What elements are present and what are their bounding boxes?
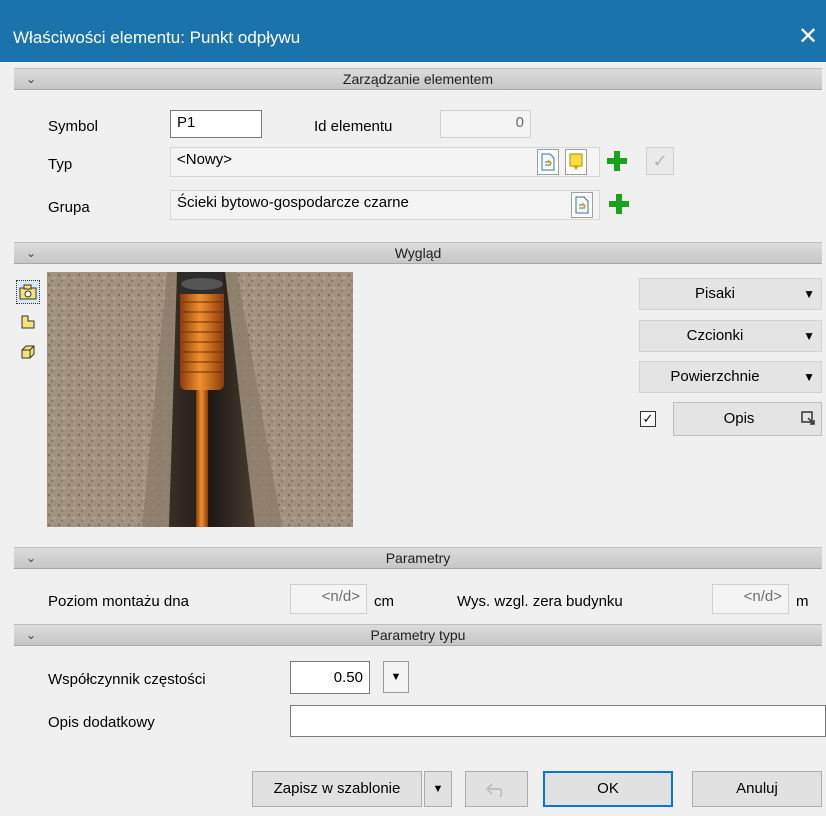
section-type-parameters-header[interactable]: ⌄ Parametry typu <box>14 624 822 646</box>
group-document-icon-button[interactable] <box>571 192 593 218</box>
ok-button[interactable]: OK <box>543 771 673 807</box>
document-icon <box>575 196 589 214</box>
dropdown-arrow-icon: ▼ <box>803 329 815 343</box>
symbol-label: Symbol <box>48 118 99 135</box>
dropdown-arrow-icon: ▼ <box>803 370 815 384</box>
frequency-factor-label: Współczynnik częstości <box>48 671 206 688</box>
plus-icon <box>607 151 627 171</box>
building-height-input[interactable]: <n/d> <box>712 584 789 614</box>
section-parameters-header[interactable]: ⌄ Parametry <box>14 547 822 569</box>
group-combo[interactable]: Ścieki bytowo-gospodarcze czarne <box>170 190 600 220</box>
group-label: Grupa <box>48 199 90 216</box>
title-bar: Właściwości elementu: Punkt odpływu ✕ <box>0 0 826 62</box>
description-checkbox[interactable]: ✓ <box>640 411 656 427</box>
section-title: Zarządzanie elementem <box>342 71 494 87</box>
section-title: Parametry <box>385 550 451 566</box>
pens-dropdown-button[interactable]: Pisaki ▼ <box>639 278 822 310</box>
undo-icon <box>485 783 502 798</box>
mount-level-input[interactable]: <n/d> <box>290 584 367 614</box>
group-value: Ścieki bytowo-gospodarcze czarne <box>177 194 409 211</box>
plan-view-icon <box>21 315 35 329</box>
surfaces-label: Powierzchnie <box>670 368 760 385</box>
dropdown-arrow-icon: ▼ <box>803 287 815 301</box>
pens-label: Pisaki <box>694 285 735 302</box>
element-id-field: 0 <box>440 110 531 138</box>
type-combo[interactable]: <Nowy> <box>170 147 600 177</box>
type-value: <Nowy> <box>177 151 233 168</box>
undo-button[interactable] <box>465 771 528 807</box>
close-button[interactable]: ✕ <box>794 24 822 52</box>
symbol-input[interactable]: P1 <box>170 110 262 138</box>
collapse-chevron-icon[interactable]: ⌄ <box>26 69 36 90</box>
document-icon-button[interactable] <box>537 149 559 175</box>
frequency-factor-input[interactable]: 0.50 <box>290 661 370 694</box>
type-label: Typ <box>48 156 73 173</box>
view-tab-plan[interactable] <box>16 310 40 334</box>
window-title: Właściwości elementu: Punkt odpływu <box>13 28 301 47</box>
fonts-dropdown-button[interactable]: Czcionki ▼ <box>639 320 822 352</box>
element-preview-image <box>47 272 353 527</box>
3d-box-icon <box>21 345 35 359</box>
popout-icon <box>801 411 815 425</box>
surfaces-dropdown-button[interactable]: Powierzchnie ▼ <box>639 361 822 393</box>
drain-pipe-preview <box>47 272 353 527</box>
collapse-chevron-icon[interactable]: ⌄ <box>26 625 36 646</box>
highlight-document-icon <box>569 153 583 170</box>
frequency-dropdown-button[interactable]: ▼ <box>383 661 409 693</box>
building-height-unit: m <box>796 593 809 610</box>
apply-type-button[interactable]: ✓ <box>646 147 674 175</box>
save-template-button[interactable]: Zapisz w szablonie <box>252 771 422 807</box>
building-height-label: Wys. wzgl. zera budynku <box>457 593 623 610</box>
extra-description-label: Opis dodatkowy <box>48 714 155 731</box>
description-label: Opis <box>723 410 755 427</box>
plus-icon <box>609 194 629 214</box>
yellow-document-icon-button[interactable] <box>565 149 587 175</box>
mount-level-unit: cm <box>374 593 394 610</box>
camera-icon <box>19 284 37 300</box>
view-tab-camera[interactable] <box>16 280 40 304</box>
section-management-header[interactable]: ⌄ Zarządzanie elementem <box>14 68 822 90</box>
fonts-label: Czcionki <box>686 327 744 344</box>
description-button[interactable]: Opis <box>673 402 822 436</box>
add-type-button[interactable] <box>604 148 630 174</box>
collapse-chevron-icon[interactable]: ⌄ <box>26 548 36 569</box>
collapse-chevron-icon[interactable]: ⌄ <box>26 243 36 264</box>
section-title: Wygląd <box>394 245 442 261</box>
properties-dialog: Właściwości elementu: Punkt odpływu ✕ ⌄ … <box>0 0 826 816</box>
section-appearance-header[interactable]: ⌄ Wygląd <box>14 242 822 264</box>
document-icon <box>541 153 555 171</box>
mount-level-label: Poziom montażu dna <box>48 593 189 610</box>
add-group-button[interactable] <box>606 191 632 217</box>
cancel-button[interactable]: Anuluj <box>692 771 822 807</box>
section-title: Parametry typu <box>370 627 466 643</box>
save-template-dropdown-button[interactable]: ▼ <box>424 771 452 807</box>
extra-description-input[interactable] <box>290 705 826 737</box>
view-tab-3d[interactable] <box>16 340 40 364</box>
element-id-label: Id elementu <box>314 118 393 135</box>
